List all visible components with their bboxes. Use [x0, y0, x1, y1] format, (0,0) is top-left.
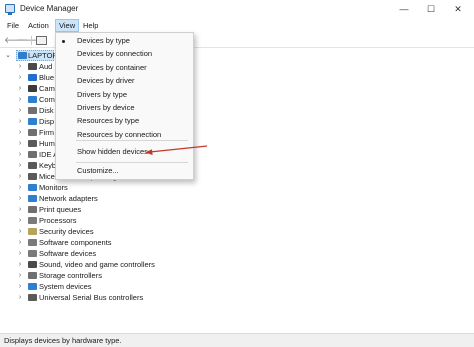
computer-icon [28, 96, 37, 103]
chevron-right-icon[interactable]: › [16, 116, 24, 127]
bluetooth-icon [28, 74, 37, 81]
tree-item-label: Firm [39, 128, 54, 137]
chevron-right-icon[interactable]: › [16, 270, 24, 281]
menu-view[interactable]: View [55, 19, 80, 32]
close-button[interactable]: ✕ [448, 2, 468, 16]
menu-separator [76, 162, 188, 163]
chevron-right-icon[interactable]: › [16, 292, 24, 303]
sound-icon [28, 261, 37, 268]
menu-separator [76, 140, 188, 141]
title-bar: Device Manager — ☐ ✕ [0, 0, 474, 19]
window-title: Device Manager [20, 4, 79, 13]
disk-icon [28, 107, 37, 114]
tree-item-label: Processors [39, 216, 77, 225]
software-device-icon [28, 250, 37, 257]
software-component-icon [28, 239, 37, 246]
chevron-right-icon[interactable]: › [16, 226, 24, 237]
menu-item-view-option[interactable]: Resources by connection [77, 129, 161, 141]
firmware-icon [28, 129, 37, 136]
chevron-right-icon[interactable]: › [16, 281, 24, 292]
menu-item-view-option[interactable]: Drivers by type [77, 89, 127, 101]
properties-icon[interactable] [36, 36, 47, 45]
status-text: Displays devices by hardware type. [4, 336, 122, 345]
printer-icon [28, 206, 37, 213]
tree-item-label: Keyb [39, 161, 57, 170]
hid-icon [28, 140, 37, 147]
tree-item-label: Blue [39, 73, 55, 82]
tree-item-label: Storage controllers [39, 271, 102, 280]
tree-root-label: LAPTOP [28, 51, 58, 60]
system-icon [28, 283, 37, 290]
display-icon [28, 118, 37, 125]
chevron-right-icon[interactable]: › [16, 160, 24, 171]
menu-file[interactable]: File [4, 19, 22, 32]
chevron-right-icon[interactable]: › [16, 248, 24, 259]
tree-item-label: Security devices [39, 227, 94, 236]
minimize-button[interactable]: — [394, 2, 414, 16]
menu-item-view-option[interactable]: Resources by type [77, 115, 139, 127]
chevron-right-icon[interactable]: › [16, 182, 24, 193]
view-dropdown-menu: Devices by type Devices by connection Devi… [55, 32, 194, 180]
menu-item-customize[interactable]: Customize... [77, 165, 119, 177]
menu-help[interactable]: Help [80, 19, 101, 32]
tree-item-label: Cam [39, 84, 55, 93]
tree-item-label: Monitors [39, 183, 68, 192]
chevron-right-icon[interactable]: › [16, 127, 24, 138]
keyboard-icon [28, 162, 37, 169]
maximize-button[interactable]: ☐ [421, 2, 441, 16]
tree-item-label: Disp [39, 117, 55, 126]
network-icon [28, 195, 37, 202]
status-bar: Displays devices by hardware type. [0, 333, 474, 347]
storage-icon [28, 272, 37, 279]
chevron-down-icon[interactable]: ⌄ [4, 50, 12, 61]
processor-icon [28, 217, 37, 224]
toolbar-separator [31, 36, 32, 45]
tree-item-label: Software components [39, 238, 112, 247]
chevron-right-icon[interactable]: › [16, 149, 24, 160]
chevron-right-icon[interactable]: › [16, 215, 24, 226]
monitor-icon [28, 184, 37, 191]
tree-item-label: Software devices [39, 249, 97, 258]
menu-item-view-option[interactable]: Drivers by device [77, 102, 135, 114]
menu-bar: File Action View Help [0, 19, 474, 32]
chevron-right-icon[interactable]: › [16, 138, 24, 149]
tree-item-label: Hum [39, 139, 55, 148]
mouse-icon [28, 173, 37, 180]
checked-bullet-icon [62, 39, 65, 43]
chevron-right-icon[interactable]: › [16, 237, 24, 248]
chevron-right-icon[interactable]: › [16, 83, 24, 94]
chevron-right-icon[interactable]: › [16, 105, 24, 116]
tree-item-label: Aud [39, 62, 53, 71]
chevron-right-icon[interactable]: › [16, 193, 24, 204]
chevron-right-icon[interactable]: › [16, 259, 24, 270]
computer-icon [18, 52, 27, 59]
tree-item-label: Sound, video and game controllers [39, 260, 155, 269]
menu-item-view-option[interactable]: Devices by driver [77, 75, 135, 87]
chevron-right-icon[interactable]: › [16, 204, 24, 215]
menu-item-view-option[interactable]: Devices by container [77, 62, 147, 74]
camera-icon [28, 85, 37, 92]
menu-action[interactable]: Action [25, 19, 52, 32]
usb-icon [28, 294, 37, 301]
device-manager-app-icon [5, 4, 15, 15]
chevron-right-icon[interactable]: › [16, 61, 24, 72]
tree-item-label: Network adapters [39, 194, 98, 203]
chevron-right-icon[interactable]: › [16, 171, 24, 182]
tree-item-label: Disk [39, 106, 54, 115]
tree-item-label: Universal Serial Bus controllers [39, 293, 144, 302]
audio-icon [28, 63, 37, 70]
menu-item-view-option[interactable]: Devices by connection [77, 48, 152, 60]
chevron-right-icon[interactable]: › [16, 94, 24, 105]
tree-item-label: System devices [39, 282, 92, 291]
tree-item-label: Print queues [39, 205, 82, 214]
tree-item-label: Com [39, 95, 55, 104]
ide-icon [28, 151, 37, 158]
menu-item-show-hidden-devices[interactable]: Show hidden devices [77, 146, 148, 158]
chevron-right-icon[interactable]: › [16, 72, 24, 83]
security-icon [28, 228, 37, 235]
menu-item-view-option[interactable]: Devices by type [77, 35, 130, 47]
